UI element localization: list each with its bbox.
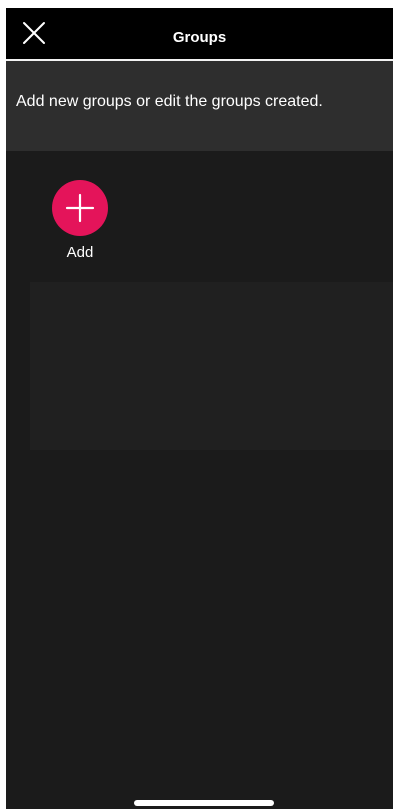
info-text: Add new groups or edit the groups create… xyxy=(16,93,323,110)
groups-list-area xyxy=(30,282,393,450)
page-title: Groups xyxy=(172,29,227,46)
plus-icon xyxy=(65,193,95,223)
add-group-action[interactable]: Add xyxy=(46,180,114,261)
add-label: Add xyxy=(66,244,94,261)
info-banner: Add new groups or edit the groups create… xyxy=(6,61,393,151)
groups-screen: Groups Add new groups or edit the groups… xyxy=(6,8,393,809)
home-indicator xyxy=(134,800,274,806)
add-group-button[interactable] xyxy=(52,180,108,236)
top-navigation-bar: Groups xyxy=(6,8,393,61)
